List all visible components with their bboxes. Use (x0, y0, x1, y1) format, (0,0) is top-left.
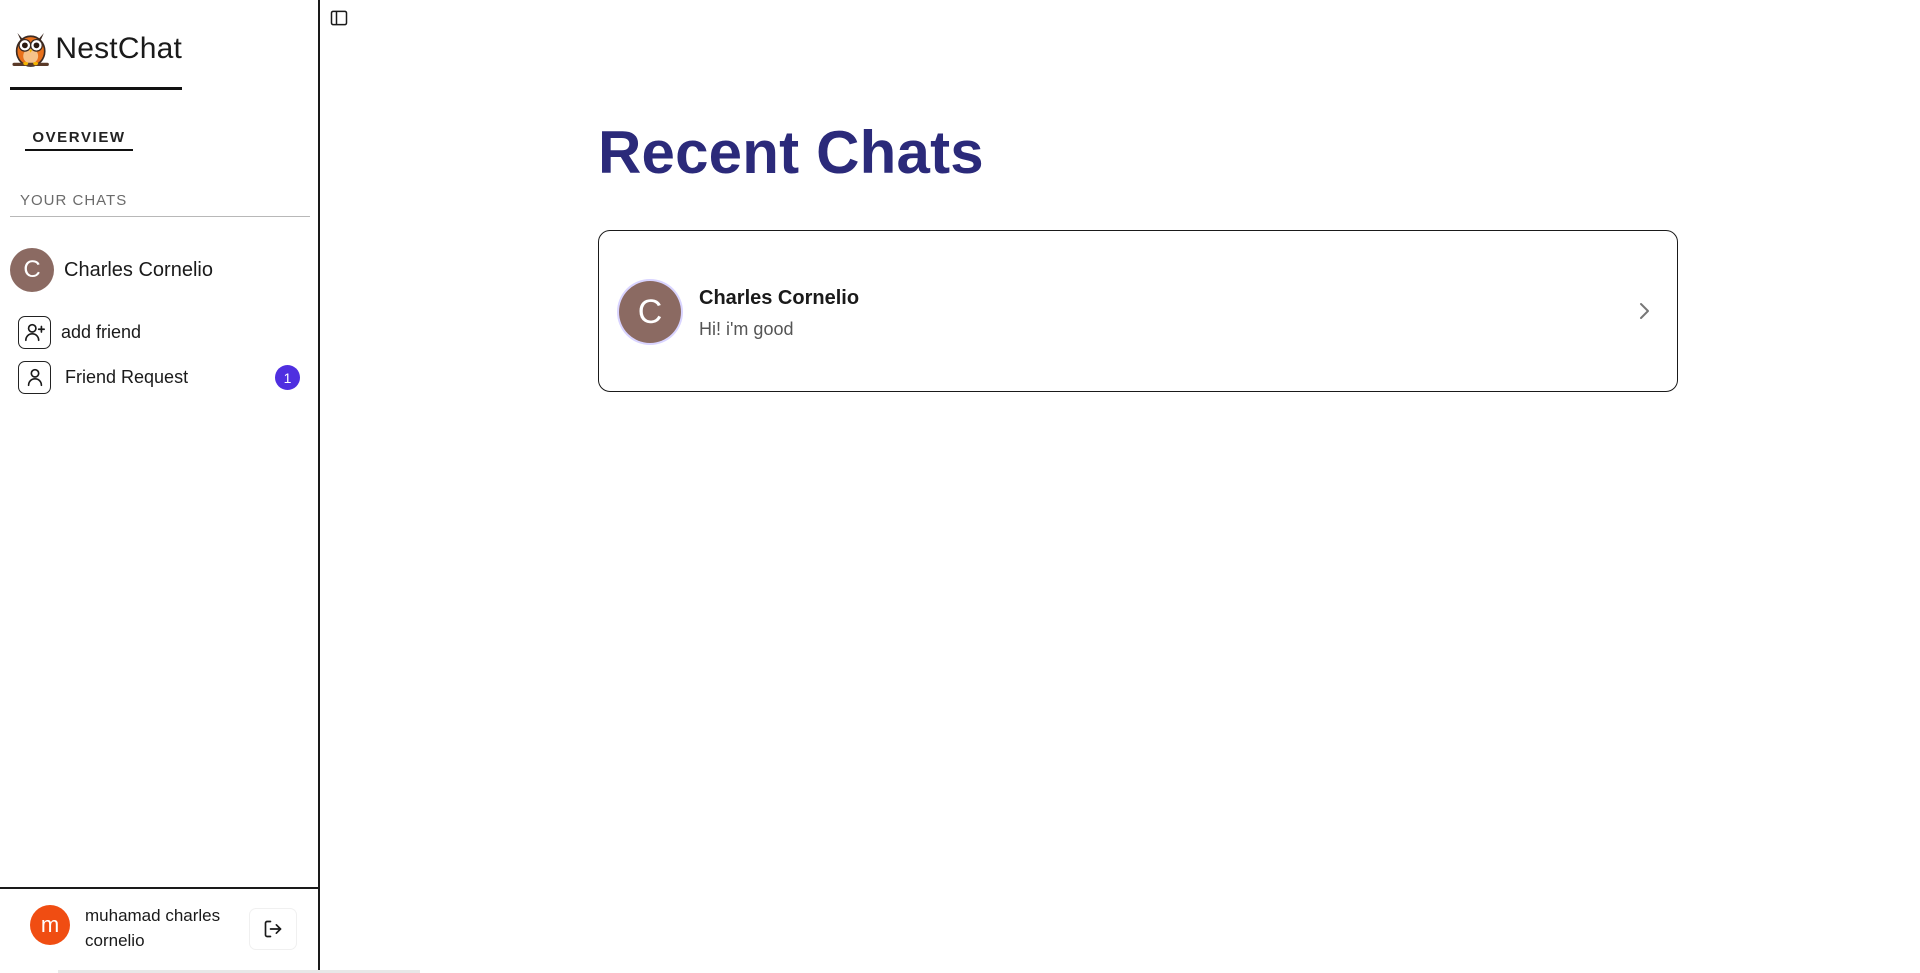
logout-icon (264, 920, 282, 938)
sidebar-item-add-friend[interactable]: add friend (18, 315, 300, 349)
sidebar-chat-name: Charles Cornelio (64, 258, 213, 281)
sidebar-chat-item[interactable]: C Charles Cornelio (10, 248, 310, 292)
avatar: C (619, 281, 681, 343)
app-root: NestChat OVERVIEW YOUR CHATS C Charles C… (0, 0, 1920, 973)
page-title: Recent Chats (598, 119, 984, 186)
recent-chat-last-message: Hi! i'm good (699, 319, 794, 339)
profile-bar: m muhamad charles cornelio (0, 887, 318, 973)
sidebar: NestChat OVERVIEW YOUR CHATS C Charles C… (0, 0, 320, 973)
add-friend-label: add friend (61, 321, 142, 342)
chevron-right-icon (1635, 296, 1653, 326)
friend-request-label: Friend Request (65, 366, 189, 387)
sidebar-item-friend-request[interactable]: Friend Request 1 (18, 360, 300, 394)
friend-request-count-badge: 1 (275, 365, 300, 390)
recent-chat-name: Charles Cornelio (699, 287, 860, 309)
user-avatar: m (30, 905, 70, 945)
brand[interactable]: NestChat (10, 22, 182, 90)
user-plus-icon (18, 315, 51, 349)
tab-overview[interactable]: OVERVIEW (25, 129, 133, 151)
recent-chat-card[interactable]: C Charles Cornelio Hi! i'm good (598, 230, 1678, 392)
owl-logo-icon (12, 32, 49, 67)
panel-left-icon (330, 10, 348, 26)
avatar: C (10, 248, 54, 292)
main-content: Recent Chats C Charles Cornelio Hi! i'm … (322, 0, 1920, 973)
profile-name: muhamad charles cornelio (85, 906, 221, 950)
your-chats-heading: YOUR CHATS (10, 192, 310, 217)
user-icon (18, 360, 51, 394)
sidebar-toggle-button[interactable] (327, 6, 351, 30)
logout-button[interactable] (250, 909, 296, 949)
brand-name: NestChat (55, 32, 182, 65)
